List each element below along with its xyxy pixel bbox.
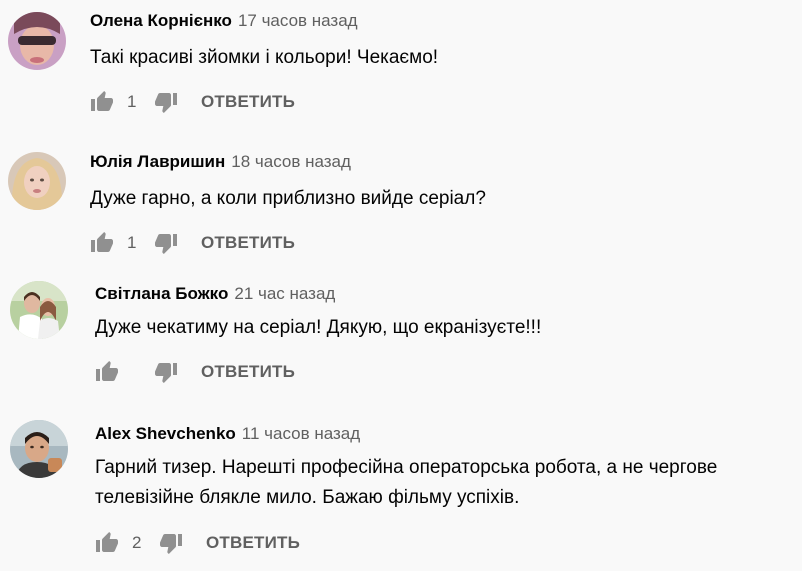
comment-time[interactable]: 17 часов назад bbox=[238, 11, 358, 30]
comment-time[interactable]: 11 часов назад bbox=[242, 424, 360, 443]
comment-header: Світлана Божко 21 час назад bbox=[95, 283, 335, 305]
avatar[interactable] bbox=[10, 281, 68, 339]
comment-actions: 1 ОТВЕТИТЬ bbox=[90, 90, 295, 114]
author-name[interactable]: Світлана Божко bbox=[95, 284, 228, 303]
dislike-button[interactable] bbox=[154, 360, 178, 384]
comment-text: Дуже чекатиму на серіал! Дякую, що екран… bbox=[95, 317, 542, 338]
comment-header: Олена Корнієнко 17 часов назад bbox=[90, 10, 358, 32]
comment-time[interactable]: 18 часов назад bbox=[231, 152, 351, 171]
avatar[interactable] bbox=[10, 420, 68, 478]
comment-text: Гарний тизер. Нарешті професійна операто… bbox=[95, 457, 718, 508]
reply-button[interactable]: ОТВЕТИТЬ bbox=[206, 533, 300, 553]
like-count: 1 bbox=[127, 233, 137, 252]
thumbs-up-icon bbox=[96, 361, 118, 381]
comment-text: Такі красиві зйомки і кольори! Чекаємо! bbox=[90, 47, 439, 68]
dislike-button[interactable] bbox=[154, 90, 178, 114]
thumbs-down-icon bbox=[160, 534, 182, 554]
like-button[interactable] bbox=[90, 231, 114, 255]
dislike-button[interactable] bbox=[159, 531, 183, 555]
comment-text: Дуже гарно, а коли приблизно вийде серіа… bbox=[90, 188, 486, 209]
thumbs-down-icon bbox=[155, 93, 177, 113]
comment-actions: 2 ОТВЕТИТЬ bbox=[95, 531, 300, 555]
thumbs-down-icon bbox=[155, 363, 177, 383]
reply-button[interactable]: ОТВЕТИТЬ bbox=[201, 92, 295, 112]
thumbs-up-icon bbox=[96, 532, 118, 552]
comment-header: Alex Shevchenko 11 часов назад bbox=[95, 423, 360, 445]
comment-actions: ОТВЕТИТЬ bbox=[95, 360, 295, 384]
author-name[interactable]: Юлія Лавришин bbox=[90, 152, 225, 171]
reply-button[interactable]: ОТВЕТИТЬ bbox=[201, 362, 295, 382]
avatar[interactable] bbox=[8, 152, 66, 210]
like-count: 2 bbox=[132, 533, 142, 552]
like-button[interactable] bbox=[95, 360, 119, 384]
like-count: 1 bbox=[127, 92, 137, 111]
comment-time[interactable]: 21 час назад bbox=[234, 284, 335, 303]
thumbs-up-icon bbox=[91, 232, 113, 252]
comment-actions: 1 ОТВЕТИТЬ bbox=[90, 231, 295, 255]
like-button[interactable] bbox=[90, 90, 114, 114]
thumbs-up-icon bbox=[91, 91, 113, 111]
avatar[interactable] bbox=[8, 12, 66, 70]
reply-button[interactable]: ОТВЕТИТЬ bbox=[201, 233, 295, 253]
author-name[interactable]: Олена Корнієнко bbox=[90, 11, 232, 30]
dislike-button[interactable] bbox=[154, 231, 178, 255]
comment-header: Юлія Лавришин 18 часов назад bbox=[90, 151, 351, 173]
thumbs-down-icon bbox=[155, 234, 177, 254]
author-name[interactable]: Alex Shevchenko bbox=[95, 424, 236, 443]
like-button[interactable] bbox=[95, 531, 119, 555]
